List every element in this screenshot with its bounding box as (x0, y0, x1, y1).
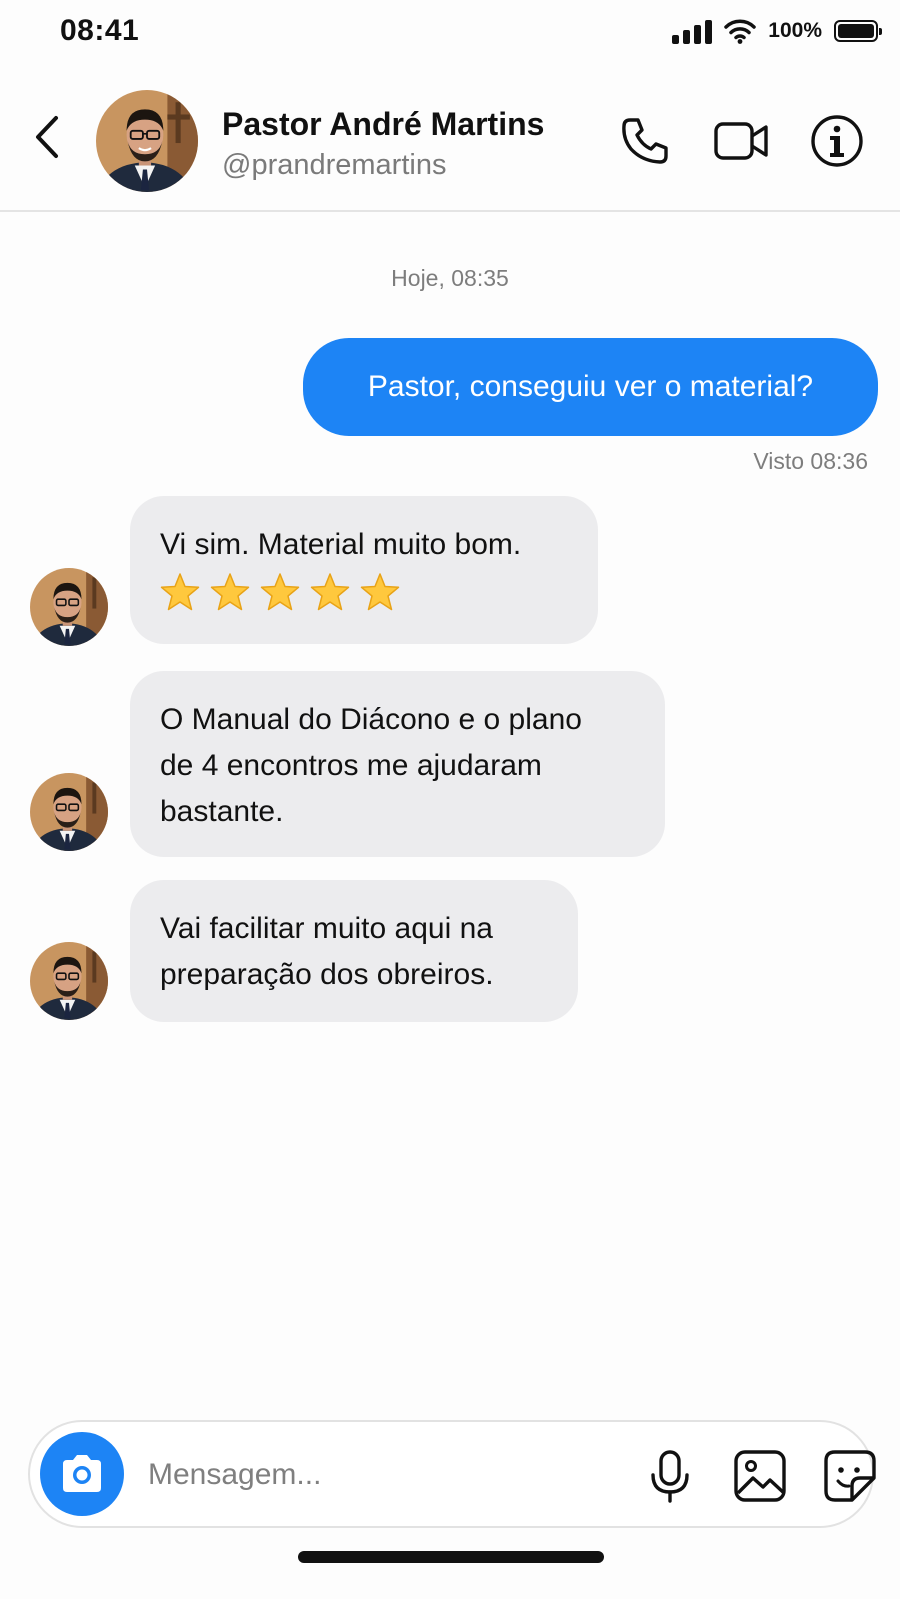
chat-header: Pastor André Martins @prandremartins (0, 78, 900, 212)
microphone-icon[interactable] (642, 1448, 698, 1504)
camera-button[interactable] (40, 1432, 124, 1516)
incoming-message-bubble[interactable]: Vai facilitar muito aqui na preparação d… (130, 880, 578, 1022)
battery-icon (834, 20, 882, 42)
wifi-icon (724, 19, 757, 44)
back-chevron-icon[interactable] (28, 108, 68, 166)
status-indicators: 100% (672, 18, 882, 44)
message-composer (28, 1420, 876, 1528)
star-icon (310, 573, 350, 611)
contact-handle: @prandremartins (222, 149, 447, 181)
message-line: O Manual do Diácono e o plano (160, 703, 582, 736)
outgoing-message-bubble[interactable]: Pastor, conseguiu ver o material? (303, 338, 878, 436)
message-text: Vi sim. Material muito bom. (160, 528, 522, 561)
sender-avatar[interactable] (30, 568, 108, 646)
contact-name[interactable]: Pastor André Martins (222, 106, 544, 143)
battery-percentage: 100% (768, 19, 822, 42)
incoming-message-bubble[interactable]: Vi sim. Material muito bom. (130, 496, 598, 644)
sticker-icon[interactable] (822, 1448, 878, 1504)
contact-avatar[interactable] (96, 90, 198, 192)
star-icon (260, 573, 300, 611)
status-time: 08:41 (60, 14, 140, 47)
message-line: de 4 encontros me ajudaram (160, 749, 542, 782)
sender-avatar[interactable] (30, 773, 108, 851)
video-camera-icon[interactable] (712, 112, 770, 170)
incoming-message-bubble[interactable]: O Manual do Diácono e o plano de 4 encon… (130, 671, 665, 857)
star-rating (160, 572, 568, 612)
camera-icon (63, 1455, 101, 1492)
home-indicator (298, 1551, 604, 1563)
star-icon (360, 573, 400, 611)
image-icon[interactable] (732, 1448, 788, 1504)
sender-avatar[interactable] (30, 942, 108, 1020)
message-line: Vai facilitar muito aqui na (160, 912, 493, 945)
star-icon (210, 573, 250, 611)
message-input[interactable] (148, 1448, 588, 1502)
seen-status: Visto 08:36 (753, 448, 868, 474)
status-bar: 08:41 100% (0, 0, 900, 70)
cellular-signal-icon (672, 18, 713, 44)
info-icon[interactable] (808, 112, 866, 170)
conversation-timestamp: Hoje, 08:35 (391, 265, 509, 291)
message-line: bastante. (160, 795, 284, 828)
phone-icon[interactable] (616, 112, 674, 170)
star-icon (160, 573, 200, 611)
outgoing-message-text: Pastor, conseguiu ver o material? (367, 370, 814, 403)
message-line: preparação dos obreiros. (160, 958, 494, 991)
